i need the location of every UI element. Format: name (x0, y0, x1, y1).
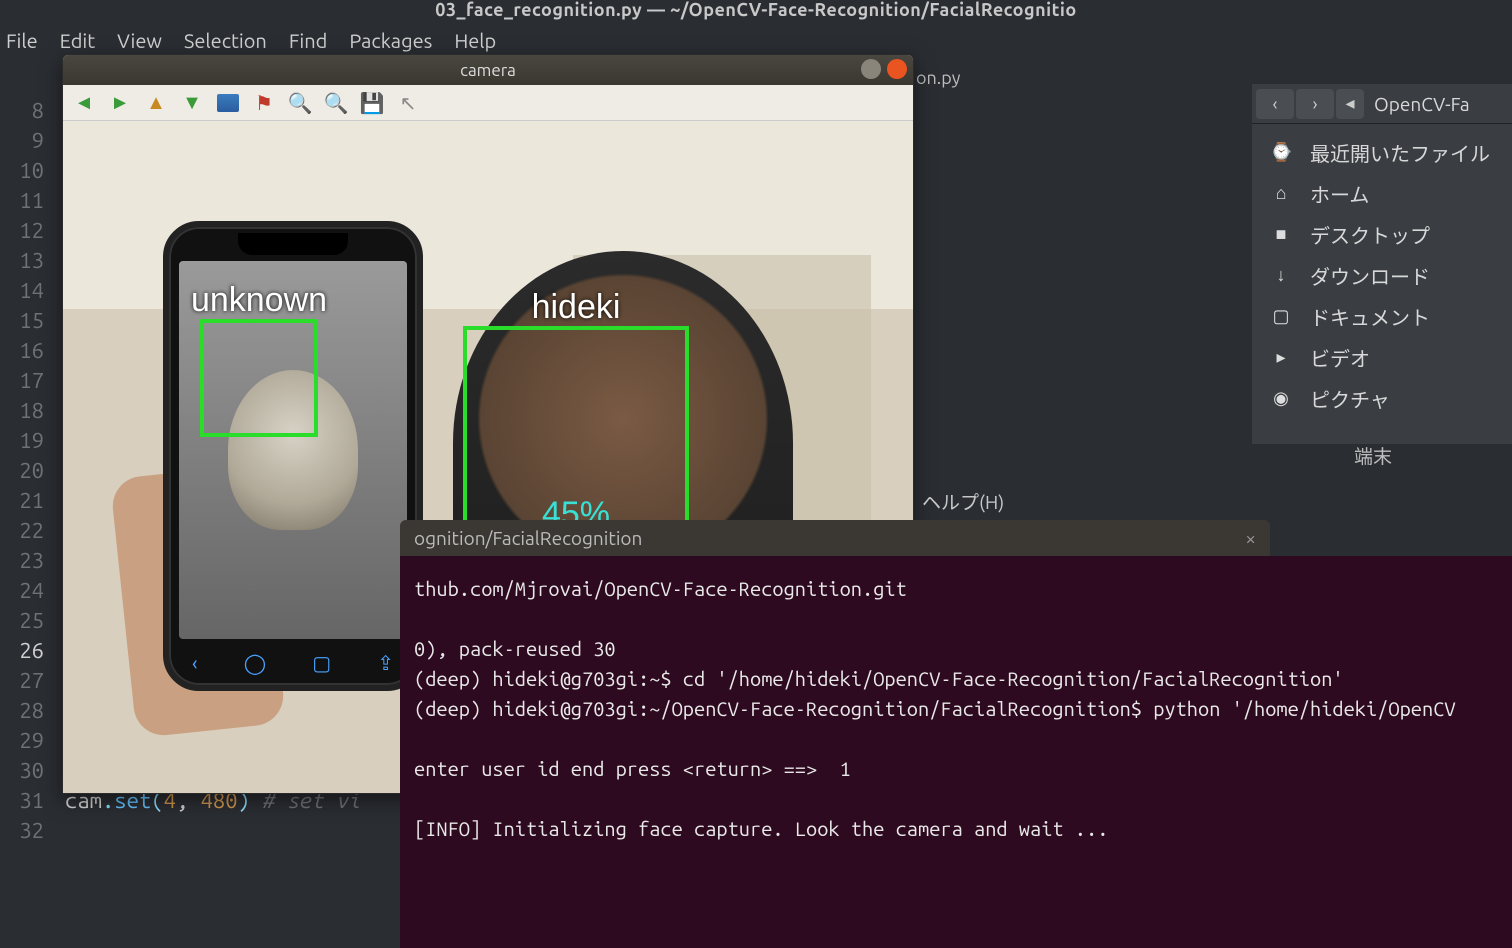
fm-item-label: ホーム (1310, 179, 1369, 208)
zoom-in-icon[interactable]: 🔍 (325, 92, 347, 114)
menu-packages[interactable]: Packages (349, 29, 432, 52)
nav-forward-icon[interactable]: ► (109, 92, 131, 114)
fm-item-icon: ▸ (1270, 347, 1292, 368)
nav-down-icon[interactable]: ▼ (181, 92, 203, 114)
nav-up-icon[interactable]: ▲ (145, 92, 167, 114)
fm-item-icon: ▢ (1270, 306, 1292, 327)
window-title: 03_face_recognition.py — ~/OpenCV-Face-R… (0, 0, 1512, 24)
fm-item-label: 最近開いたファイル (1310, 138, 1490, 167)
fm-item-4[interactable]: ▢ ドキュメント (1252, 296, 1512, 337)
fm-item-icon: ⌚ (1270, 142, 1292, 163)
fm-item-icon: ◉ (1270, 388, 1292, 409)
fm-item-5[interactable]: ▸ ビデオ (1252, 337, 1512, 378)
menu-selection[interactable]: Selection (184, 29, 267, 52)
phone-home-icon: ◯ (244, 651, 266, 675)
fm-up-button[interactable]: ◂ (1336, 89, 1364, 119)
fm-path[interactable]: OpenCV-Fa (1374, 93, 1470, 115)
fm-item-icon: ↓ (1270, 265, 1292, 286)
fm-item-2[interactable]: ■ デスクトップ (1252, 214, 1512, 255)
terminal[interactable]: thub.com/Mjrovai/OpenCV-Face-Recognition… (400, 556, 1512, 948)
fm-item-icon: ■ (1270, 224, 1292, 245)
face-box-0: unknown (200, 319, 318, 437)
fm-item-3[interactable]: ↓ ダウンロード (1252, 255, 1512, 296)
fm-item-icon: ⌂ (1270, 183, 1292, 204)
menu-file[interactable]: File (6, 29, 38, 52)
close-button[interactable] (887, 59, 907, 79)
phone-back-icon: ‹ (192, 651, 198, 675)
fm-item-0[interactable]: ⌚ 最近開いたファイル (1252, 132, 1512, 173)
phone-navbar: ‹ ◯ ▢ ⇪ (169, 651, 417, 675)
face-label: hideki (532, 288, 621, 327)
editor-menubar: File Edit View Selection Find Packages H… (0, 24, 1512, 56)
terminal-menu-help[interactable]: ヘルプ(H) (916, 488, 1512, 518)
phone-recent-icon: ▢ (312, 651, 331, 675)
fm-item-label: ドキュメント (1310, 302, 1430, 331)
fm-item-label: デスクトップ (1310, 220, 1430, 249)
fm-item-label: ビデオ (1310, 343, 1370, 372)
pointer-icon[interactable]: ↖ (397, 92, 419, 114)
menu-find[interactable]: Find (289, 29, 328, 52)
editor-gutter: 8910111213141516171819202122232425262728… (0, 96, 44, 846)
face-label: unknown (191, 281, 327, 320)
camera-title: camera (460, 61, 516, 80)
editor-tab-filename[interactable]: on.py (916, 68, 960, 88)
phone-share-icon: ⇪ (377, 651, 394, 675)
fm-forward-button[interactable]: › (1296, 89, 1334, 119)
menu-edit[interactable]: Edit (60, 29, 95, 52)
zoom-out-icon[interactable]: 🔍 (289, 92, 311, 114)
nav-back-icon[interactable]: ◄ (73, 92, 95, 114)
phone-notch (238, 233, 348, 255)
face-box-1: hideki45% (463, 326, 689, 542)
save-icon[interactable]: 💾 (361, 92, 383, 114)
terminal-tab-close-icon[interactable]: × (1245, 527, 1256, 549)
camera-toolbar: ◄ ► ▲ ▼ ⚑ 🔍 🔍 💾 ↖ (63, 85, 913, 121)
fm-back-button[interactable]: ‹ (1256, 89, 1294, 119)
minimize-button[interactable] (861, 59, 881, 79)
fm-item-6[interactable]: ◉ ピクチャ (1252, 378, 1512, 419)
fm-navbar: ‹ › ◂ OpenCV-Fa (1252, 84, 1512, 124)
flag-icon[interactable]: ⚑ (253, 92, 275, 114)
fm-item-1[interactable]: ⌂ ホーム (1252, 173, 1512, 214)
fm-item-label: ピクチャ (1310, 384, 1390, 413)
terminal-tab[interactable]: ognition/FacialRecognition × (400, 520, 1270, 556)
fm-item-label: ダウンロード (1310, 261, 1430, 290)
fm-sidebar: ⌚ 最近開いたファイル ⌂ ホーム ■ デスクトップ ↓ ダウンロード ▢ ドキュメント ▸ ビデオ ◉… (1252, 124, 1512, 427)
menu-view[interactable]: View (117, 29, 162, 52)
camera-titlebar[interactable]: camera (63, 55, 913, 85)
image-icon[interactable] (217, 92, 239, 114)
terminal-tab-label: ognition/FacialRecognition (414, 527, 642, 549)
menu-help[interactable]: Help (454, 29, 496, 52)
file-manager[interactable]: ‹ › ◂ OpenCV-Fa ⌚ 最近開いたファイル ⌂ ホーム ■ デスクトップ ↓ ダウ… (1252, 84, 1512, 444)
terminal-window-label: 端末 (1354, 442, 1392, 469)
